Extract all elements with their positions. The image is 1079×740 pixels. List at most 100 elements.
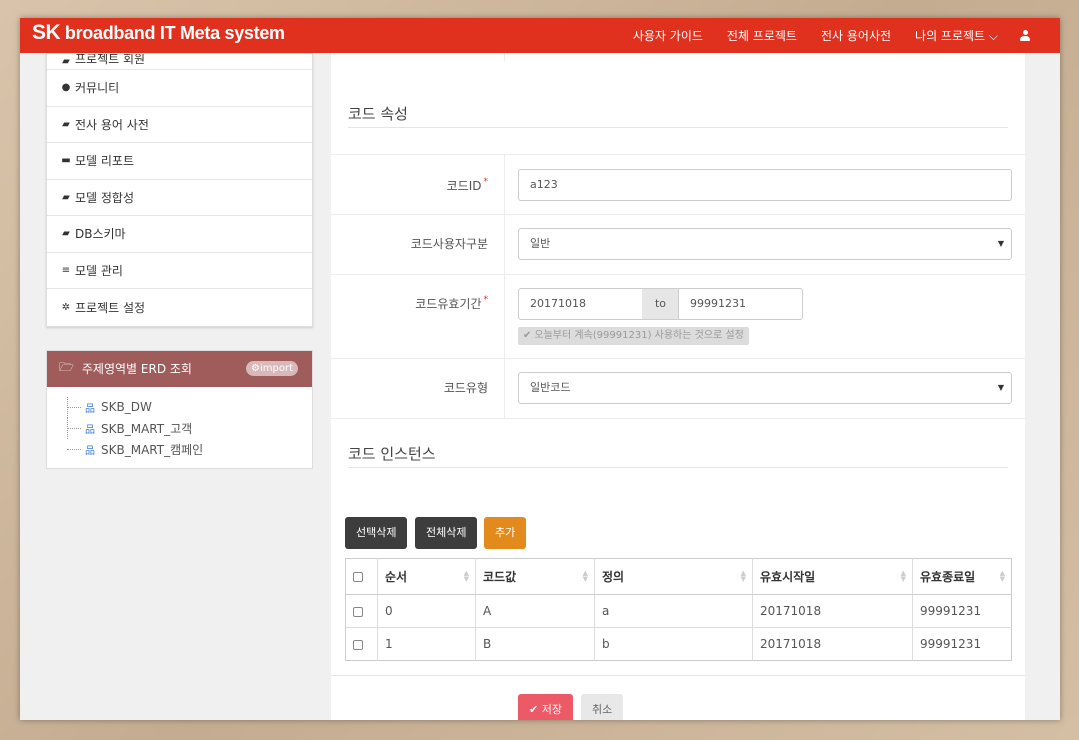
cell-order: 0 (377, 594, 476, 628)
cell-start-date: 20171018 (752, 627, 913, 661)
sidebar-item-db-schema[interactable]: ▰ DB스키마 (47, 216, 312, 253)
section-title-code-instances: 코드 인스턴스 (348, 445, 436, 463)
cell-definition: a (594, 594, 753, 628)
chevron-down-icon: ▼ (997, 239, 1004, 248)
check-icon: ✔ (529, 703, 542, 716)
code-validity-label: 코드유효기간 * (415, 295, 488, 311)
book-icon: ▰ (62, 118, 70, 130)
book-icon: ▰ (62, 191, 70, 203)
delete-all-button[interactable]: 전체삭제 (415, 517, 478, 549)
top-nav: 사용자 가이드 전체 프로젝트 전사 용어사전 나의 프로젝트 ⌵ (609, 18, 1030, 53)
validity-hint-badge[interactable]: ✔ 오늘부터 계속(99991231) 사용하는 것으로 설정 (518, 327, 749, 345)
sitemap-icon: 品 (85, 424, 95, 436)
sort-icon: ▲ ▼ (740, 569, 746, 583)
form-row-code-user-type: 코드사용자구분 일반 ▼ (331, 214, 1025, 274)
end-date-input[interactable]: 99991231 (678, 288, 803, 320)
code-type-select[interactable]: 일반코드 ▼ (518, 372, 1012, 404)
code-type-label: 코드유형 (443, 381, 488, 395)
sidebar-item-label: 프로젝트 설정 (75, 300, 146, 315)
sort-icon: ▲ ▼ (463, 569, 469, 583)
cell-end-date: 99991231 (912, 627, 1012, 661)
sidebar-item-project-settings[interactable]: ✲ 프로젝트 설정 (47, 289, 312, 326)
tree-item-skb-dw[interactable]: 品 SKB_DW (67, 396, 312, 418)
cell-start-date: 20171018 (752, 594, 913, 628)
column-header-definition[interactable]: 정의 ▲ ▼ (594, 558, 753, 595)
row-checkbox[interactable] (353, 606, 363, 617)
sidebar-item-label: 모델 관리 (75, 263, 123, 278)
comments-icon: ● (61, 82, 71, 94)
sidebar-item-model-report[interactable]: ▬ 모델 리포트 (47, 143, 312, 180)
sidebar-item-project-members[interactable]: ▰ 프로젝트 회원 (47, 54, 312, 70)
book-icon: ▰ (62, 56, 70, 67)
form-row-code-type: 코드유형 일반코드 ▼ (331, 358, 1025, 418)
select-all-checkbox-cell (345, 558, 378, 595)
sidebar-item-label: 전사 용어 사전 (75, 117, 149, 132)
code-user-type-select[interactable]: 일반 ▼ (518, 228, 1012, 260)
section-title-code-attributes: 코드 속성 (348, 105, 408, 123)
cell-code-value: B (475, 627, 595, 661)
start-date-input[interactable]: 20171018 (518, 288, 643, 320)
add-button[interactable]: 추가 (484, 517, 527, 549)
code-user-type-label: 코드사용자구분 (410, 237, 488, 251)
sidebar-menu: ▰ 프로젝트 회원 ● 커뮤니티 ▰ 전사 용어 사전 ▬ 모델 리포트 ▰ 모델 정합성… (46, 53, 313, 327)
erd-panel: 🗁 주제영역별 ERD 조회 ⚙import 品 SKB_DW 品 SKB_MART… (46, 349, 313, 469)
table-header-row: 순서 ▲ ▼ 코드값 ▲ ▼ 정의 ▲ ▼ 유효시작일 ▲ ▼ 유효종료일 ▲ ▼ (345, 558, 1012, 595)
table-row[interactable]: 0 A a 20171018 99991231 (345, 594, 1012, 628)
code-instance-table: 순서 ▲ ▼ 코드값 ▲ ▼ 정의 ▲ ▼ 유효시작일 ▲ ▼ 유효종료일 ▲ ▼ 0 A a 20… (345, 558, 1012, 661)
column-header-order[interactable]: 순서 ▲ ▼ (377, 558, 476, 595)
table-row[interactable]: 1 B b 20171018 99991231 (345, 627, 1012, 661)
cell-definition: b (594, 627, 753, 661)
check-icon: ✔ (523, 330, 532, 341)
column-header-start-date[interactable]: 유효시작일 ▲ ▼ (752, 558, 913, 595)
row-checkbox[interactable] (353, 639, 363, 650)
sidebar-item-label: 프로젝트 회원 (75, 54, 146, 66)
sidebar-item-label: DB스키마 (75, 227, 126, 242)
form-row-code-id: 코드ID * a123 (331, 154, 1025, 214)
book-icon: ▰ (62, 228, 70, 240)
cell-order: 1 (377, 627, 476, 661)
archive-icon: ▬ (61, 155, 71, 167)
column-header-end-date[interactable]: 유효종료일 ▲ ▼ (912, 558, 1012, 595)
nav-my-projects-dropdown[interactable]: 나의 프로젝트 ⌵ (915, 27, 998, 44)
nav-glossary[interactable]: 전사 용어사전 (821, 27, 891, 44)
form-row-code-validity: 코드유효기간 * 20171018 to 99991231 ✔ 오늘부터 계속(99… (331, 274, 1025, 358)
sidebar: ▰ 프로젝트 회원 ● 커뮤니티 ▰ 전사 용어 사전 ▬ 모델 리포트 ▰ 모델 정합성… (46, 53, 313, 469)
database-icon: ≡ (61, 264, 71, 276)
save-button[interactable]: ✔ 저장 (518, 694, 573, 720)
nav-user-guide[interactable]: 사용자 가이드 (633, 27, 703, 44)
sidebar-item-glossary[interactable]: ▰ 전사 용어 사전 (47, 107, 312, 143)
column-header-code-value[interactable]: 코드값 ▲ ▼ (475, 558, 595, 595)
code-id-input[interactable]: a123 (518, 169, 1012, 201)
cell-end-date: 99991231 (912, 594, 1012, 628)
sort-icon: ▲ ▼ (582, 569, 588, 583)
tree-item-skb-mart-campaign[interactable]: 品 SKB_MART_캠페인 (67, 439, 312, 460)
delete-selected-button[interactable]: 선택삭제 (345, 517, 408, 549)
tree-item-label: SKB_DW (101, 400, 152, 414)
cancel-button[interactable]: 취소 (581, 694, 624, 720)
chevron-down-icon: ▼ (997, 383, 1004, 392)
select-all-checkbox[interactable] (353, 572, 363, 582)
main-content: 코드 속성 코드ID * a123 코드사용자구분 일반 ▼ 코드유효기간 * 20… (331, 53, 1025, 720)
select-value: 일반코드 (530, 381, 571, 394)
import-label: import (259, 362, 293, 374)
tree-item-skb-mart-customer[interactable]: 品 SKB_MART_고객 (67, 417, 312, 439)
sort-icon: ▲ ▼ (900, 569, 906, 583)
tree-item-label: SKB_MART_캠페인 (101, 442, 204, 457)
brand-name: broadband IT Meta system (60, 23, 285, 43)
nav-all-projects[interactable]: 전체 프로젝트 (727, 27, 797, 44)
select-value: 일반 (530, 237, 551, 250)
sidebar-item-label: 커뮤니티 (75, 81, 120, 96)
top-navbar: SK broadband IT Meta system 사용자 가이드 전체 프… (20, 18, 1060, 53)
sidebar-item-model-management[interactable]: ≡ 모델 관리 (47, 253, 312, 289)
sidebar-item-community[interactable]: ● 커뮤니티 (47, 70, 312, 107)
date-to-addon: to (642, 288, 679, 320)
brand-logo[interactable]: SK broadband IT Meta system (32, 21, 285, 45)
import-button[interactable]: ⚙import (246, 360, 298, 376)
user-icon[interactable] (1020, 29, 1030, 42)
gear-icon: ✲ (61, 301, 71, 313)
sitemap-icon: 品 (85, 445, 95, 457)
folder-open-icon: 🗁 (59, 360, 74, 374)
sidebar-item-model-consistency[interactable]: ▰ 모델 정합성 (47, 180, 312, 216)
app-window: SK broadband IT Meta system 사용자 가이드 전체 프… (20, 18, 1060, 720)
erd-tree: 品 SKB_DW 品 SKB_MART_고객 品 SKB_MART_캠페인 (47, 387, 312, 468)
